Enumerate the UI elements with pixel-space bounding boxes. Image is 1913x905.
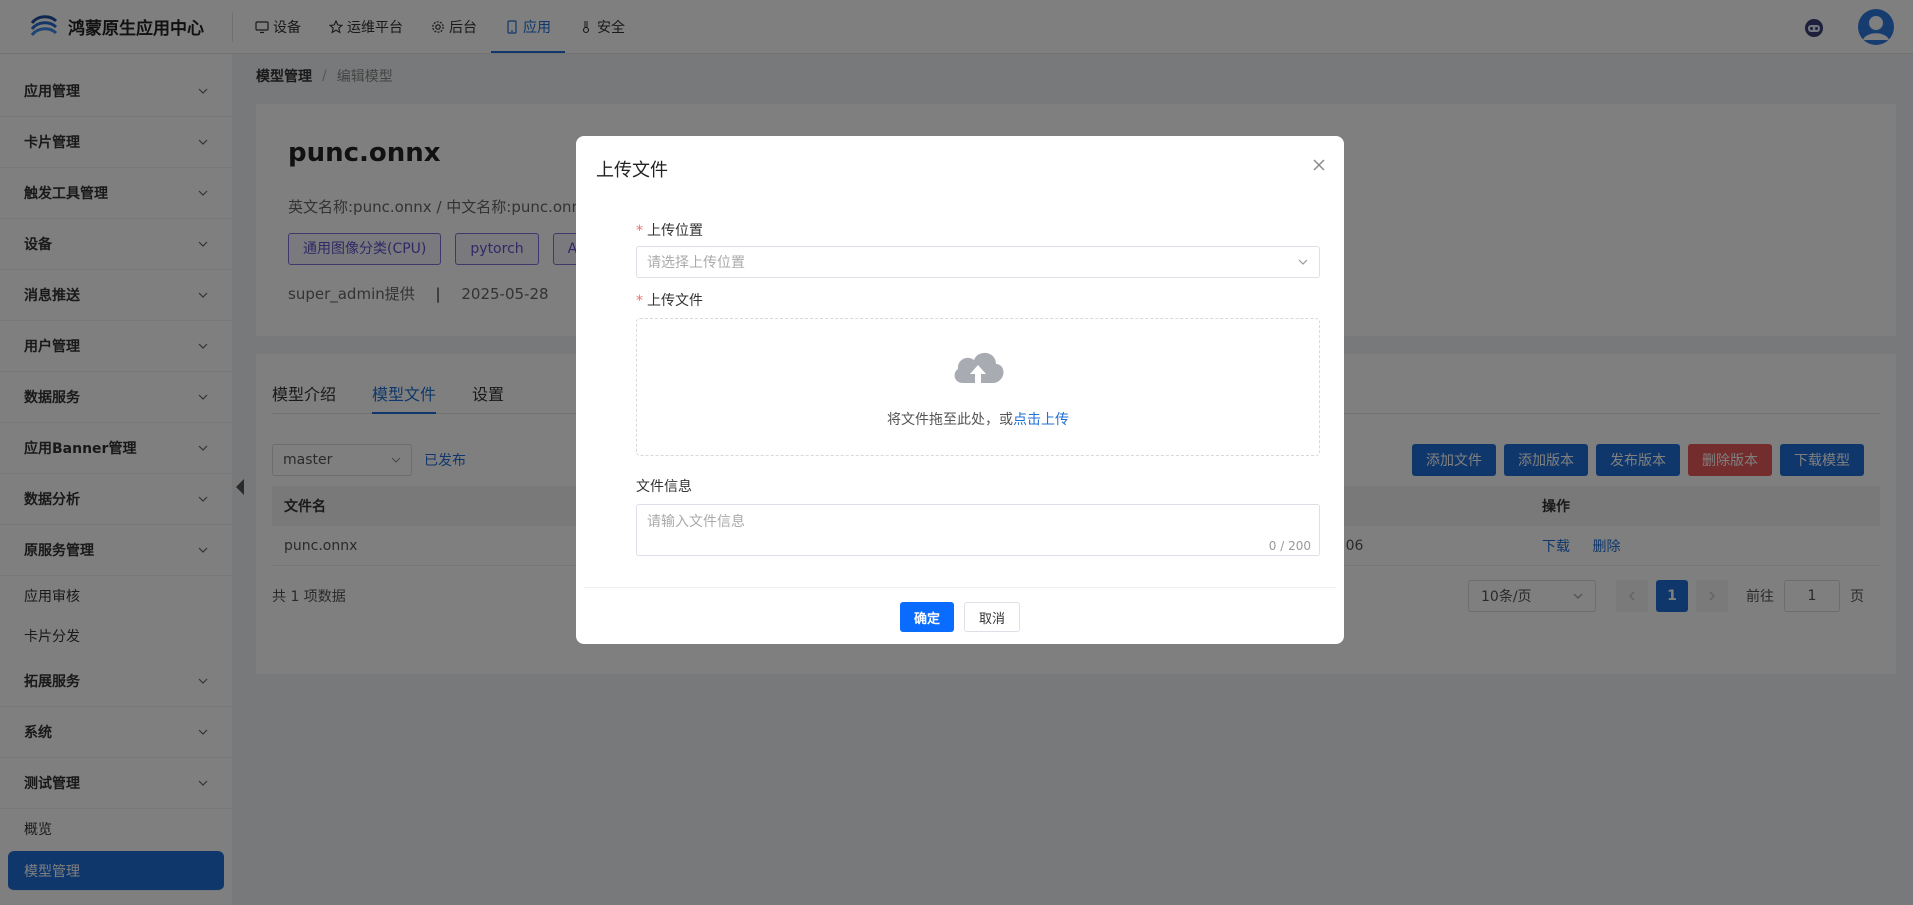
upload-form: * 上传位置 请选择上传位置 * 上传文件 将文件拖至此处，或点击上传 文件信息 请…	[636, 220, 1320, 556]
char-counter: 0 / 200	[1268, 539, 1311, 553]
required-mark: *	[636, 223, 643, 239]
upload-location-placeholder: 请选择上传位置	[647, 255, 745, 271]
dialog-footer: 确定 取消	[576, 602, 1344, 632]
upload-dropzone[interactable]: 将文件拖至此处，或点击上传	[636, 318, 1320, 456]
drop-text: 将文件拖至此处，或	[887, 412, 1013, 428]
upload-location-select[interactable]: 请选择上传位置	[636, 246, 1320, 278]
cancel-button[interactable]: 取消	[964, 602, 1021, 632]
file-info-textarea[interactable]: 请输入文件信息 0 / 200	[636, 504, 1320, 556]
close-icon[interactable]	[1312, 158, 1326, 172]
file-info-label: 文件信息	[636, 479, 692, 495]
dialog-divider	[584, 587, 1336, 588]
upload-location-label: * 上传位置	[636, 220, 1320, 240]
upload-hint: 将文件拖至此处，或点击上传	[887, 409, 1069, 429]
chevron-down-icon	[1298, 259, 1308, 265]
upload-file-label: * 上传文件	[636, 290, 1320, 310]
upload-location-label-text: 上传位置	[647, 223, 703, 239]
click-upload-link[interactable]: 点击上传	[1013, 412, 1069, 428]
file-info-placeholder: 请输入文件信息	[647, 514, 745, 530]
upload-file-label-text: 上传文件	[647, 293, 703, 309]
dialog-title: 上传文件	[596, 160, 668, 181]
upload-file-dialog: 上传文件 * 上传位置 请选择上传位置 * 上传文件 将文件拖至此处，或点击上传 文…	[576, 136, 1344, 644]
cloud-upload-icon	[954, 352, 1004, 383]
required-mark: *	[636, 293, 643, 309]
confirm-button[interactable]: 确定	[899, 602, 954, 632]
